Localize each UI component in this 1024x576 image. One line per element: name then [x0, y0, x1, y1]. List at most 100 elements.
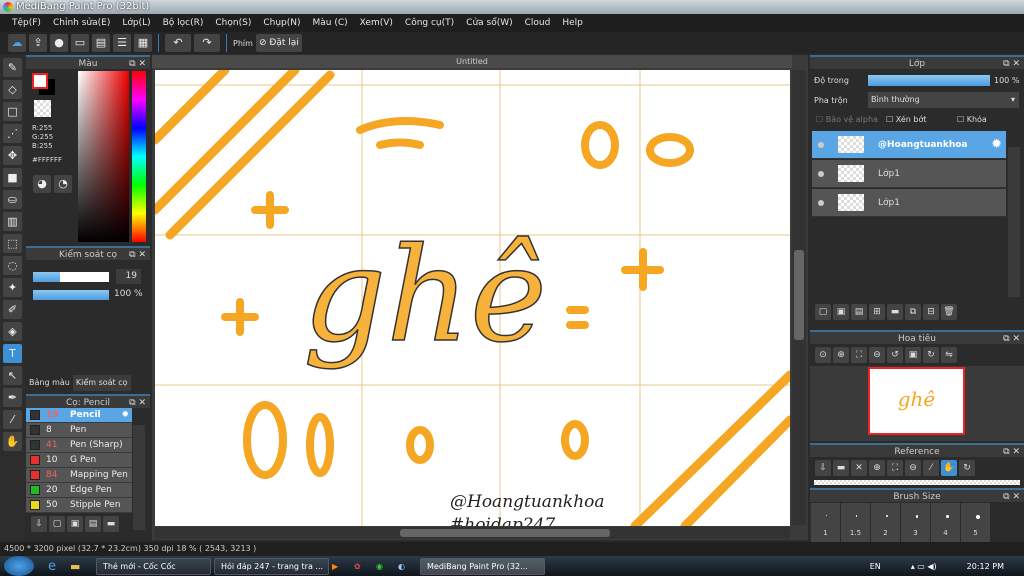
brush-list-scrollbar[interactable]	[133, 425, 145, 530]
ie-icon[interactable]: e	[48, 559, 70, 574]
navigator-thumbnail[interactable]: ghê	[868, 367, 965, 435]
folder-icon[interactable]: ▬	[887, 304, 903, 320]
brush-item[interactable]: 84 Mapping Pen	[26, 468, 132, 483]
document-icon[interactable]: ▤	[92, 34, 110, 52]
comment-icon[interactable]: ●	[50, 34, 68, 52]
brush-size-cell[interactable]: 5	[961, 503, 990, 543]
panel-close-icon[interactable]: ⧉ ✕	[1003, 445, 1020, 459]
magic-wand-tool-icon[interactable]: ✦	[3, 278, 22, 297]
brush-size-cell[interactable]: 2	[871, 503, 900, 543]
zoom-in-icon[interactable]: ⊕	[833, 347, 849, 363]
panel-close-icon[interactable]: ⧉ ✕	[129, 396, 146, 410]
gear-icon[interactable]: ✹	[991, 137, 1002, 152]
palette-edit-icon[interactable]: ◔	[54, 175, 72, 193]
move-tool-icon[interactable]: ✥	[3, 146, 22, 165]
menu-help[interactable]: Help	[556, 14, 589, 32]
message-icon[interactable]: ▭	[71, 34, 89, 52]
add-brush-icon[interactable]: ▣	[67, 516, 83, 532]
operation-tool-icon[interactable]: ↖	[3, 366, 22, 385]
tab-brush-control[interactable]: Kiểm soát cọ	[72, 375, 131, 391]
primary-color-swatch[interactable]	[32, 73, 48, 89]
menu-select[interactable]: Chọn(S)	[209, 14, 257, 32]
brush-size-cell[interactable]: 4	[931, 503, 960, 543]
delete-layer-icon[interactable]: 🗑	[941, 304, 957, 320]
redo-icon[interactable]: ↷	[194, 34, 220, 52]
palette-icon[interactable]: ◕	[33, 175, 51, 193]
fit-icon[interactable]: ⛶	[887, 460, 903, 476]
zoom-in-icon[interactable]: ⊕	[869, 460, 885, 476]
drawing-canvas[interactable]: ghê @Hoangtuankhoa #hoidap247	[155, 70, 790, 526]
menu-window[interactable]: Cửa sổ(W)	[460, 14, 518, 32]
taskbar-item-active[interactable]: MediBang Paint Pro (32...	[420, 557, 545, 575]
layer-item[interactable]: @Hoangtuankhoa ✹	[812, 131, 1006, 159]
new-brush-icon[interactable]: ▢	[49, 516, 65, 532]
brush-size-cell[interactable]: 3	[901, 503, 930, 543]
shape-tool-icon[interactable]: □	[3, 102, 22, 121]
rotate-icon[interactable]: ↻	[959, 460, 975, 476]
start-button[interactable]	[4, 556, 34, 576]
brush-opacity-slider[interactable]	[33, 290, 109, 300]
reset-button[interactable]: ⊘ Đặt lại	[255, 34, 302, 52]
menu-cloud[interactable]: Cloud	[519, 14, 557, 32]
protect-alpha-checkbox[interactable]: ☐ Bảo vệ alpha	[816, 115, 878, 124]
new-layer-icon[interactable]: ▢	[815, 304, 831, 320]
brush-size-cell[interactable]: 1	[811, 503, 840, 543]
brush-item[interactable]: 10 G Pen	[26, 453, 132, 468]
zoom-reset-icon[interactable]: ⊙	[815, 347, 831, 363]
eraser-tool-icon[interactable]: ◇	[3, 80, 22, 99]
eyedropper-icon[interactable]: ⁄	[923, 460, 939, 476]
brush-item[interactable]: 8 Pen	[26, 423, 132, 438]
text-tool-icon[interactable]: T	[3, 344, 22, 363]
merge-layer-icon[interactable]: ⊟	[923, 304, 939, 320]
select-pen-tool-icon[interactable]: ✐	[3, 300, 22, 319]
brush-item[interactable]: 50 Stipple Pen	[26, 498, 132, 513]
bucket-tool-icon[interactable]: ⛀	[3, 190, 22, 209]
language-indicator[interactable]: EN	[870, 562, 881, 571]
menu-view[interactable]: Xem(V)	[354, 14, 399, 32]
layer-scrollbar[interactable]	[1008, 147, 1020, 297]
tray-icons[interactable]: ▴ ▭ ◀)	[911, 562, 937, 571]
folder-icon[interactable]: ▬	[103, 516, 119, 532]
fill-rect-tool-icon[interactable]: ■	[3, 168, 22, 187]
app-icon[interactable]: ✿	[354, 562, 376, 571]
flip-icon[interactable]: ⇋	[941, 347, 957, 363]
duplicate-layer-icon[interactable]: ⧉	[905, 304, 921, 320]
fit-icon[interactable]: ⛶	[851, 347, 867, 363]
undo-icon[interactable]: ↶	[165, 34, 191, 52]
layer-item[interactable]: Lớp1	[812, 160, 1006, 188]
app-icon[interactable]: ◐	[398, 562, 420, 571]
visibility-icon[interactable]	[818, 199, 824, 206]
saturation-picker[interactable]	[78, 71, 129, 242]
menu-layer[interactable]: Lớp(L)	[116, 14, 156, 32]
select-tool-icon[interactable]: ⬚	[3, 234, 22, 253]
visibility-icon[interactable]	[818, 170, 824, 177]
vertical-scrollbar[interactable]	[792, 70, 806, 525]
explorer-icon[interactable]: ▬	[70, 560, 96, 573]
brush-tool-icon[interactable]: ✎	[3, 58, 22, 77]
transparent-swatch[interactable]	[34, 100, 51, 117]
brush-item[interactable]: 41 Pen (Sharp)	[26, 438, 132, 453]
document-tab[interactable]: Untitled	[152, 55, 792, 68]
hue-slider[interactable]	[132, 71, 146, 242]
new-1bit-layer-icon[interactable]: ▤	[851, 304, 867, 320]
menu-filter[interactable]: Bộ lọc(R)	[157, 14, 210, 32]
visibility-icon[interactable]	[818, 141, 824, 148]
share-icon[interactable]: ⇪	[29, 34, 47, 52]
rotate-right-icon[interactable]: ↻	[923, 347, 939, 363]
brush-size-cell[interactable]: 1.5	[841, 503, 870, 543]
menu-color[interactable]: Màu (C)	[307, 14, 354, 32]
cloud-download-icon[interactable]: ⇩	[815, 460, 831, 476]
grid-icon[interactable]: ▦	[134, 34, 152, 52]
list-icon[interactable]: ☰	[113, 34, 131, 52]
clip-checkbox[interactable]: ☐ Xén bớt	[886, 115, 926, 124]
gradient-tool-icon[interactable]: ▥	[3, 212, 22, 231]
brush-item[interactable]: 19 Pencil ✹	[26, 408, 132, 423]
menu-edit[interactable]: Chỉnh sửa(E)	[47, 14, 116, 32]
horizontal-scrollbar[interactable]	[155, 527, 790, 539]
menu-tools[interactable]: Công cụ(T)	[399, 14, 460, 32]
open-folder-icon[interactable]: ▬	[833, 460, 849, 476]
divide-tool-icon[interactable]: ✒	[3, 388, 22, 407]
lock-checkbox[interactable]: ☐ Khóa	[957, 115, 987, 124]
brush-settings-icon[interactable]: ▤	[85, 516, 101, 532]
zoom-out-icon[interactable]: ⊖	[869, 347, 885, 363]
